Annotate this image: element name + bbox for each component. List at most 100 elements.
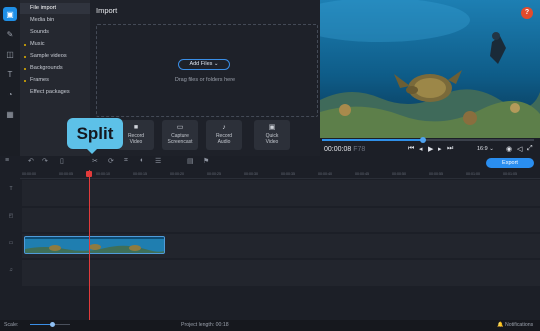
video-track-icon: ▭	[8, 240, 14, 246]
sidebar-item-label: File import	[30, 5, 57, 11]
playhead[interactable]	[89, 170, 90, 320]
capture-screencast-button[interactable]: ▭ Capture Screencast	[162, 120, 198, 150]
play-icon[interactable]: ▶	[428, 145, 433, 153]
rotate-icon[interactable]: ⟳	[108, 157, 114, 165]
redo-icon[interactable]: ↷	[42, 157, 48, 165]
import-icon[interactable]: ▣	[3, 7, 17, 21]
left-icon-rail: ▣ ✎ ◫ T ◔ ▦	[0, 0, 20, 158]
tile-label: Video	[265, 138, 279, 145]
wand-icon[interactable]: ✎	[3, 27, 17, 41]
undo-icon[interactable]: ↶	[28, 157, 34, 165]
sidebar-item-media-bin[interactable]: Media bin	[20, 15, 90, 26]
export-button[interactable]: Export	[486, 158, 534, 168]
drop-hint: Drag files or folders here	[174, 77, 236, 83]
color-adjust-icon[interactable]: ◐	[140, 157, 144, 164]
record-audio-button[interactable]: ♪ Record Audio	[206, 120, 242, 150]
new-dot-icon	[24, 55, 26, 58]
sidebar-item-backgrounds[interactable]: Backgrounds	[20, 63, 90, 74]
clip-thumbnails	[25, 237, 164, 253]
sidebar-item-label: Frames	[30, 77, 49, 83]
help-button[interactable]: ?	[521, 7, 533, 19]
mic-icon: ♪	[222, 124, 226, 131]
preview-scrubber-handle[interactable]	[420, 137, 426, 143]
sidebar-item-music[interactable]: Music	[20, 39, 90, 50]
step-back-icon[interactable]: ◂	[419, 145, 423, 153]
split-icon[interactable]: ✂	[92, 157, 98, 165]
zoom-slider-handle[interactable]	[50, 322, 55, 327]
bell-icon[interactable]: 🔔	[497, 322, 503, 328]
marker-icon[interactable]: ⚑	[203, 157, 209, 165]
timecode-frames: F78	[353, 146, 366, 153]
ruler-tick: 00:01:00	[466, 172, 480, 176]
next-frame-icon[interactable]: ⏭	[447, 145, 453, 153]
title-track[interactable]	[22, 180, 540, 206]
ruler-tick: 00:00:55	[429, 172, 443, 176]
timecode-main: 00:00:08	[324, 146, 352, 153]
delete-icon[interactable]: ▯	[60, 157, 64, 165]
zoom-slider-fill	[30, 324, 52, 325]
prev-frame-icon[interactable]: ⏮	[408, 145, 414, 153]
step-forward-icon[interactable]: ▸	[438, 145, 442, 153]
chevron-down-icon: ⌄	[213, 61, 219, 67]
video-clip[interactable]	[24, 236, 165, 254]
playhead-handle[interactable]	[86, 171, 92, 177]
new-dot-icon	[24, 43, 26, 46]
stickers-icon[interactable]: ◔	[3, 87, 17, 101]
tile-label: Audio	[217, 138, 231, 145]
new-dot-icon	[24, 67, 26, 70]
crop-icon[interactable]: ⌗	[124, 157, 128, 165]
sidebar-item-label: Backgrounds	[30, 65, 63, 71]
audio-track[interactable]	[22, 260, 540, 286]
sidebar-item-label: Music	[30, 41, 45, 47]
ruler-tick: 00:00:25	[207, 172, 221, 176]
ruler-tick: 00:00:45	[355, 172, 369, 176]
underwater-turtle-image	[320, 0, 540, 138]
panel-title: Import	[96, 6, 118, 15]
preview-scrubber-fill	[322, 139, 423, 141]
tile-label: Screencast	[167, 138, 193, 145]
ruler-tick: 00:00:50	[392, 172, 406, 176]
tile-label: Video	[129, 138, 143, 145]
project-length: Project length: 00:18	[181, 322, 229, 328]
title-track-icon: T	[9, 186, 13, 192]
aspect-ratio-value: 16:9	[477, 146, 488, 152]
new-dot-icon	[24, 79, 26, 82]
quick-video-button[interactable]: ▣ Quick Video	[254, 120, 290, 150]
sidebar-item-label: Effect packages	[30, 89, 70, 95]
audio-track-icon: ♫	[9, 267, 13, 273]
overlay-track-icon: ◰	[8, 213, 14, 219]
ruler-tick: 00:00:35	[281, 172, 295, 176]
scale-label: Scale:	[4, 322, 19, 328]
screen-icon: ▭	[176, 124, 184, 131]
ruler-tick: 00:01:05	[503, 172, 517, 176]
ruler-tick: 00:00:30	[244, 172, 258, 176]
ruler-tick: 00:00:05	[59, 172, 73, 176]
more-icon[interactable]: ▦	[3, 107, 17, 121]
audio-icon[interactable]: ▤	[187, 157, 194, 165]
titles-icon[interactable]: T	[3, 67, 17, 81]
sidebar-item-label: Sounds	[30, 29, 49, 35]
timeline-toolbar	[0, 156, 540, 168]
sidebar-item-effect-packages[interactable]: Effect packages	[20, 87, 90, 98]
snapshot-icon[interactable]: ◉	[506, 145, 512, 153]
sidebar-item-file-import[interactable]: File import	[20, 3, 90, 14]
aspect-ratio-select[interactable]: 16:9 ⌄	[477, 146, 494, 152]
clip-properties-icon[interactable]: ☰	[155, 157, 161, 165]
track-settings-icon[interactable]: ≡	[5, 157, 9, 164]
add-files-button[interactable]: Add Files ⌄	[178, 59, 230, 70]
fullscreen-icon[interactable]: ⤢	[527, 145, 533, 153]
transitions-icon[interactable]: ◫	[3, 47, 17, 61]
sidebar-item-label: Media bin	[30, 17, 55, 23]
timecode: 00:00:08 F78	[324, 146, 365, 153]
record-video-button[interactable]: ■ Record Video	[118, 120, 154, 150]
sidebar-item-sample-videos[interactable]: Sample videos	[20, 51, 90, 62]
volume-icon[interactable]: ◁	[517, 145, 522, 153]
sidebar-item-frames[interactable]: Frames	[20, 75, 90, 86]
status-bar	[0, 320, 540, 331]
drop-zone[interactable]	[96, 24, 318, 117]
sidebar-item-sounds[interactable]: Sounds	[20, 27, 90, 38]
ruler-tick: 00:00:40	[318, 172, 332, 176]
ruler-tick: 00:00:10	[96, 172, 110, 176]
overlay-track[interactable]	[22, 208, 540, 232]
notifications-label[interactable]: Notifications	[505, 322, 533, 328]
